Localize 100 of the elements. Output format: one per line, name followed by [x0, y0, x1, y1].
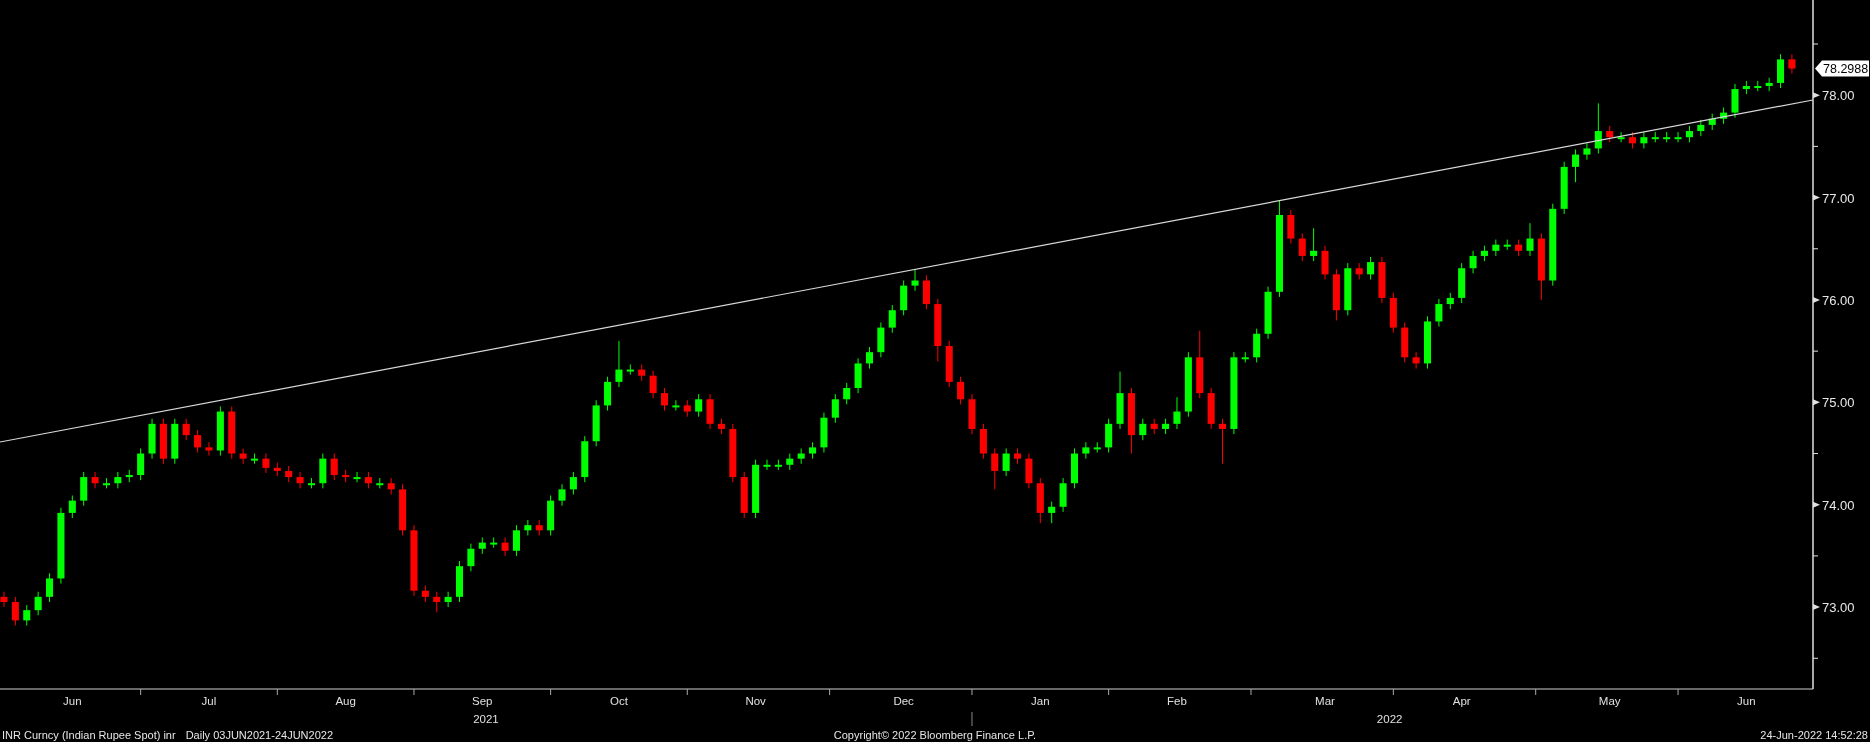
- candlestick: [1287, 209, 1295, 245]
- security-name: INR Curncy (Indian Rupee Spot) inr: [2, 729, 176, 741]
- candlestick: [820, 412, 828, 453]
- month-label: Apr: [1452, 695, 1471, 707]
- candlestick: [1651, 131, 1659, 143]
- year-label: 2022: [1376, 713, 1403, 725]
- candlestick: [1036, 477, 1044, 524]
- candlestick: [911, 268, 919, 292]
- candlestick: [1105, 418, 1113, 453]
- candlestick: [1389, 292, 1397, 334]
- candlestick: [1492, 239, 1500, 257]
- candlestick: [945, 340, 953, 388]
- candlestick: [1480, 245, 1488, 262]
- candlestick: [1663, 131, 1671, 143]
- candlestick: [205, 441, 213, 457]
- candlestick: [1196, 330, 1204, 399]
- candlestick: [717, 418, 725, 435]
- candlestick: [922, 274, 930, 310]
- candlestick: [137, 447, 145, 481]
- candlestick: [1367, 256, 1375, 280]
- month-label: Mar: [1315, 695, 1335, 707]
- candlestick: [1754, 80, 1762, 92]
- candlestick: [512, 524, 520, 557]
- timestamp: 24-Jun-2022 14:52:28: [1760, 729, 1868, 741]
- candlestick: [1059, 477, 1067, 513]
- candlestick: [1720, 107, 1728, 125]
- candlestick: [1332, 268, 1340, 321]
- candlestick: [968, 393, 976, 435]
- candlestick: [148, 418, 156, 460]
- candlestick: [740, 471, 748, 519]
- candlestick: [1082, 441, 1090, 460]
- candlestick: [979, 423, 987, 460]
- candlestick: [11, 596, 19, 627]
- candlestick: [1537, 232, 1545, 301]
- month-label: Nov: [745, 695, 766, 707]
- candlestick: [569, 471, 577, 495]
- candlestick: [809, 441, 817, 460]
- axis-tick-label: 73.00: [1822, 600, 1855, 616]
- candlestick: [1344, 262, 1352, 316]
- candlestick: [364, 471, 372, 489]
- candlestick: [638, 363, 646, 382]
- candlestick: [1401, 322, 1409, 363]
- candlestick: [159, 418, 167, 465]
- candlestick: [831, 393, 839, 424]
- candlestick: [1731, 83, 1739, 119]
- candlestick: [1173, 396, 1181, 430]
- candlestick: [763, 459, 771, 471]
- date-range: Daily 03JUN2021-24JUN2022: [185, 729, 333, 741]
- candlestick: [752, 459, 760, 519]
- candlestick: [1526, 222, 1534, 257]
- candlestick: [194, 429, 202, 453]
- candlestick: [1241, 351, 1249, 363]
- month-label: Jun: [63, 695, 82, 707]
- price-tag: 78.2988: [1815, 60, 1869, 77]
- candlestick: [444, 591, 452, 608]
- candlestick: [1310, 227, 1318, 262]
- candlestick: [285, 465, 293, 483]
- month-label: Oct: [610, 695, 628, 707]
- candlestick: [1321, 245, 1329, 280]
- candlestick: [1002, 447, 1010, 477]
- candlestick: [1025, 453, 1033, 489]
- axis-tick-label: 78.00: [1822, 88, 1855, 104]
- candlestick: [774, 459, 782, 471]
- candlestick: [1469, 250, 1477, 274]
- candlestick: [1116, 371, 1124, 430]
- candlestick: [1458, 262, 1466, 304]
- candlestick: [1253, 328, 1261, 363]
- candlestick: [467, 543, 475, 572]
- candlestick: [1355, 262, 1363, 280]
- candlestick: [660, 387, 669, 412]
- candlestick: [376, 477, 384, 489]
- candlestick: [1742, 80, 1750, 95]
- candlestick: [1378, 256, 1386, 304]
- candlestick: [1093, 441, 1101, 453]
- month-label: Dec: [893, 695, 914, 707]
- candlestick: [900, 280, 908, 316]
- candlestick: [1207, 387, 1215, 430]
- candlestick: [1685, 125, 1693, 143]
- candlestick: [581, 435, 589, 483]
- candlestick: [1777, 53, 1785, 89]
- candlestick: [1014, 447, 1022, 465]
- candlestick: [387, 477, 395, 495]
- candlestick: [957, 376, 965, 405]
- candlestick: [478, 537, 486, 555]
- candlestick: [330, 453, 338, 481]
- month-label: May: [1598, 695, 1621, 707]
- candlestick: [558, 483, 566, 507]
- candlestick: [1070, 447, 1078, 489]
- candlestick: [353, 471, 361, 483]
- candlestick: [433, 591, 441, 613]
- candlestick: [23, 604, 31, 627]
- candlestick: [102, 477, 110, 489]
- candlestick: [125, 469, 133, 483]
- month-label: Jun: [1737, 695, 1756, 707]
- candlestick: [0, 591, 8, 608]
- candlestick: [1503, 239, 1511, 251]
- candlestick: [1435, 298, 1443, 328]
- candlestick: [604, 376, 612, 412]
- candlestick: [877, 322, 885, 358]
- candlestick: [1446, 292, 1454, 310]
